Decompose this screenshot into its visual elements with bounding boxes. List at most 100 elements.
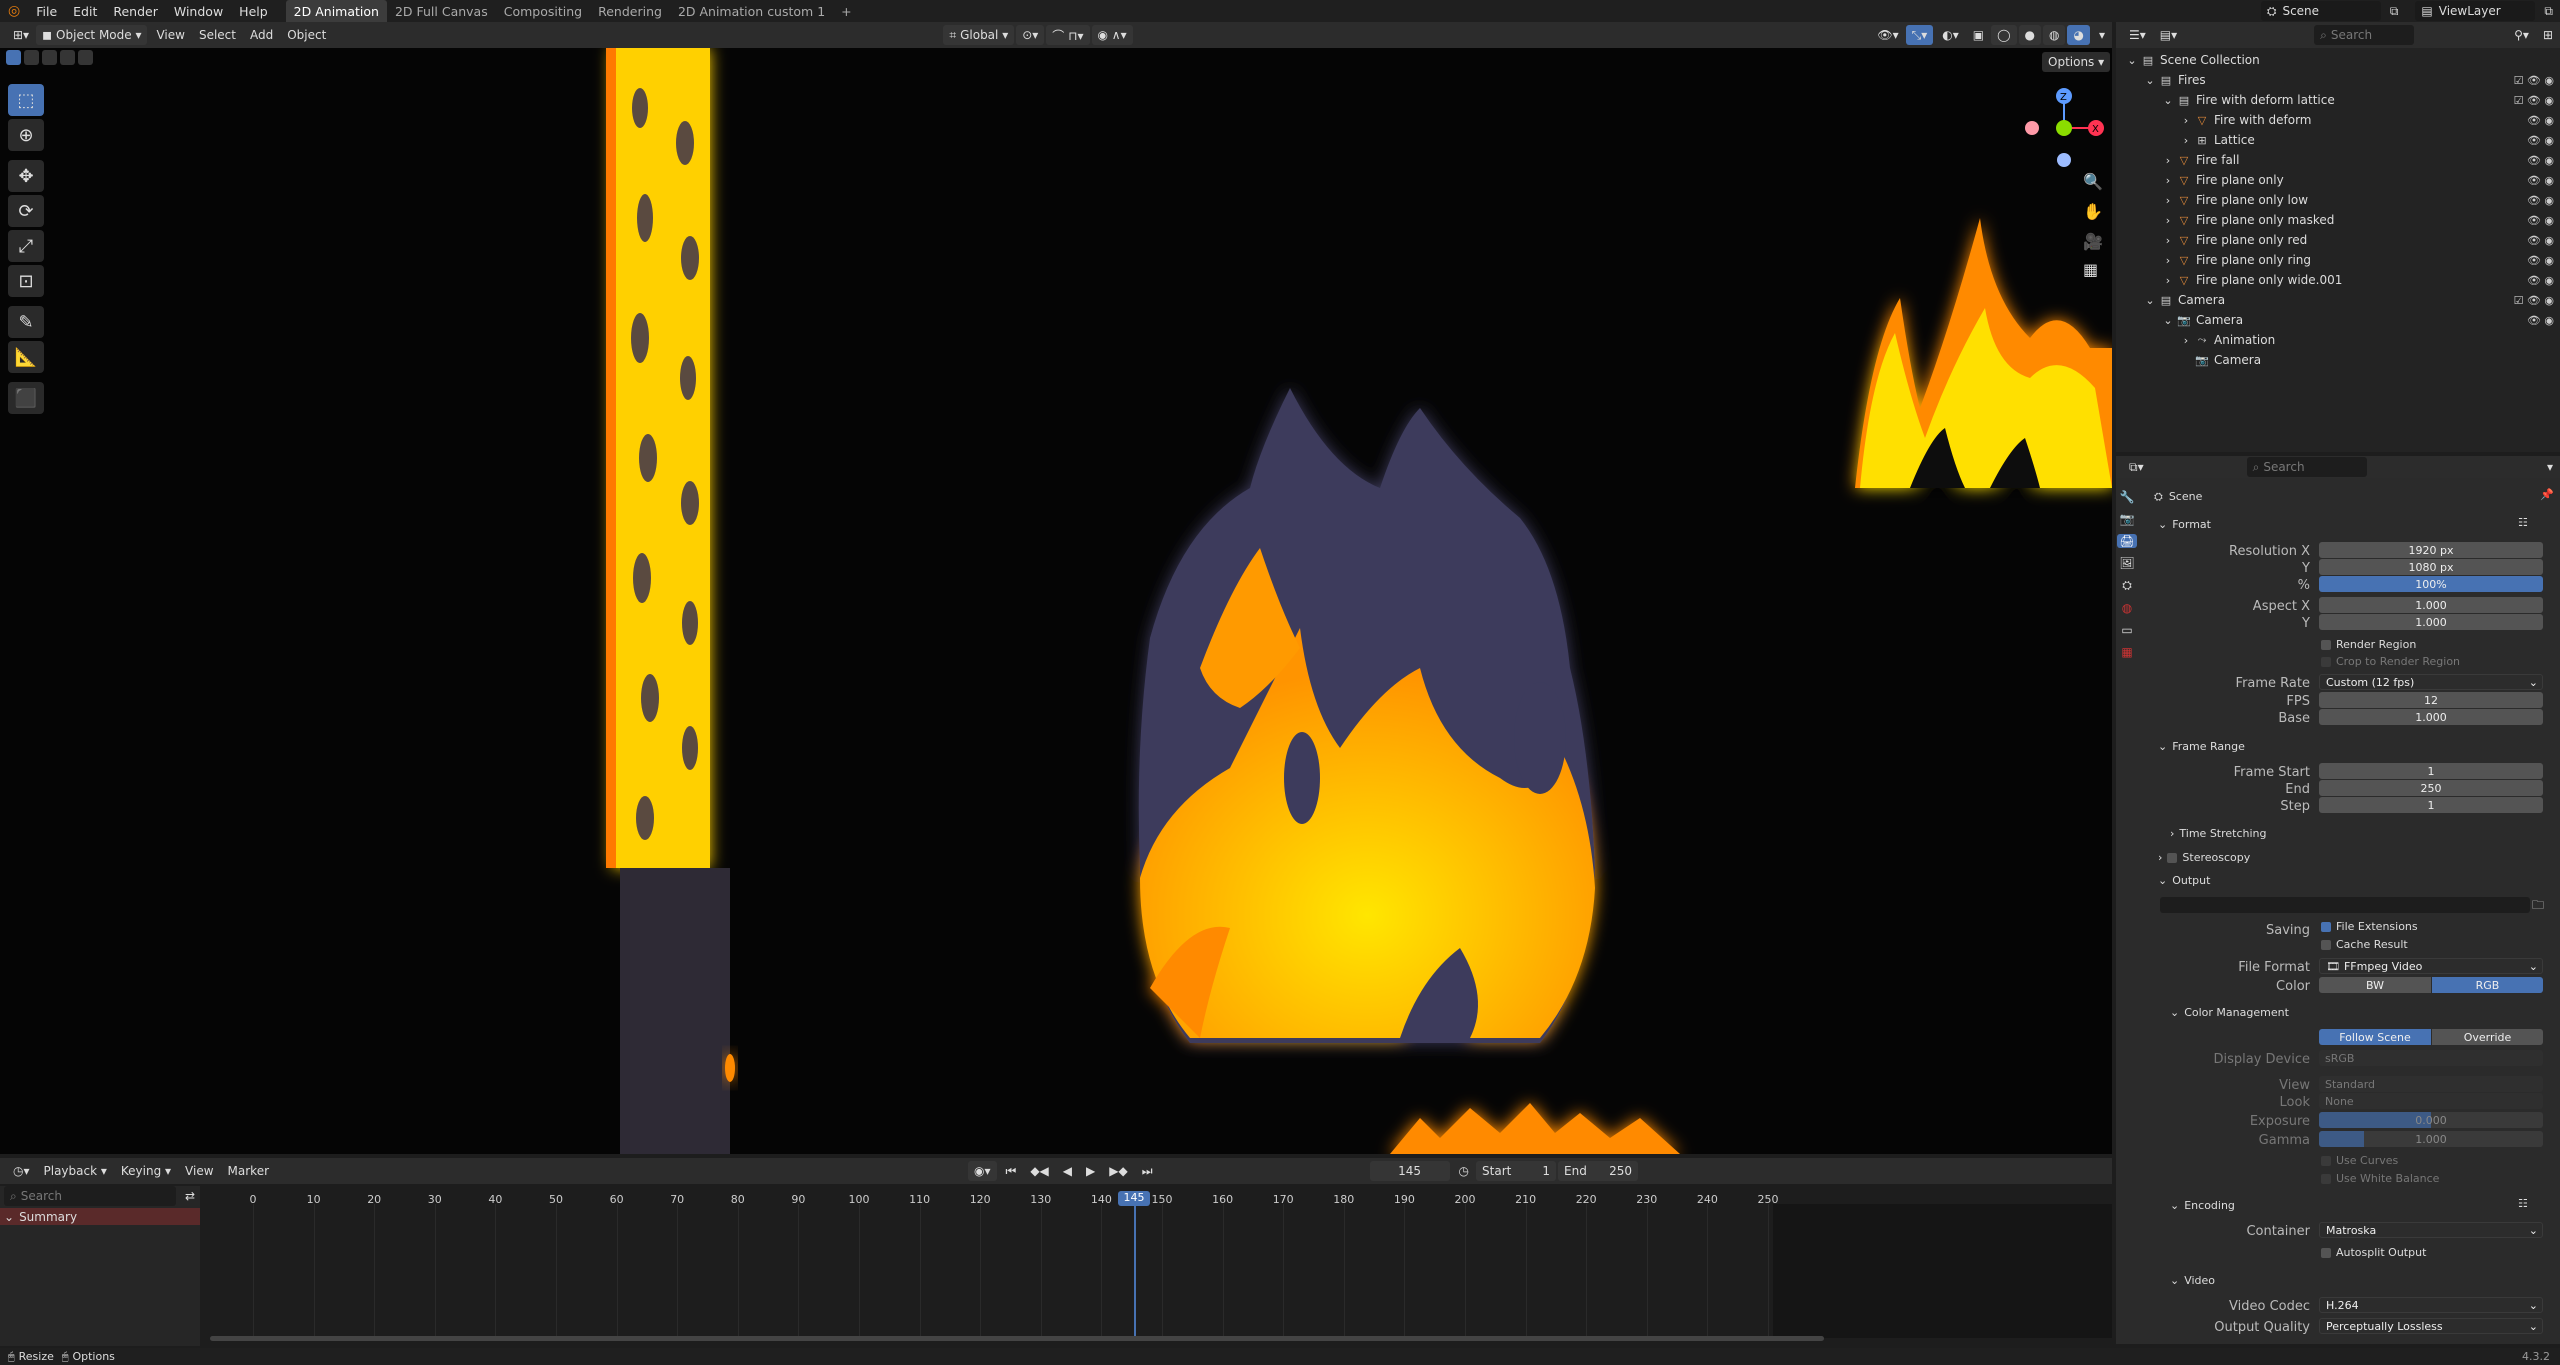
xray-icon[interactable]: ▣ [1966, 25, 1991, 45]
chevron-right-icon[interactable]: › [2160, 214, 2176, 227]
outliner-row[interactable]: › ⊞ Lattice 👁 ◉ [2116, 130, 2560, 150]
camera-view-icon[interactable]: 🎥 [2083, 232, 2103, 251]
pin-icon[interactable]: 📌 [2540, 488, 2554, 501]
menu-edit[interactable]: Edit [65, 0, 105, 22]
outliner-row[interactable]: ⌄ ▤ Fire with deform lattice ☑ 👁 ◉ [2116, 90, 2560, 110]
visibility-toggles[interactable]: 👁 ◉ [2527, 214, 2554, 227]
section-frame-range[interactable]: ⌄ Frame Range [2158, 740, 2245, 753]
gizmo-icon[interactable]: ⤡▾ [1905, 25, 1934, 45]
shading-solid-icon[interactable]: ● [2018, 25, 2041, 45]
autosplit-checkbox[interactable]: Autosplit Output [2321, 1246, 2426, 1259]
render-region-checkbox[interactable]: Render Region [2321, 638, 2416, 651]
base-field[interactable]: 1.000 [2319, 709, 2543, 725]
frame-rate-dropdown[interactable]: Custom (12 fps) ⌄ [2319, 674, 2543, 690]
start-frame-field[interactable]: Start 1 [1476, 1161, 1557, 1181]
proportional-edit-icon[interactable]: ◉ ∧▾ [1091, 25, 1133, 45]
select-subtract-icon[interactable] [42, 50, 57, 65]
tool-header-select-modes[interactable] [6, 50, 95, 65]
filter-icon[interactable]: ⚲▾ [2507, 25, 2536, 45]
frame-start-field[interactable]: 1 [2319, 763, 2543, 779]
exposure-slider[interactable]: 0.000 [2319, 1112, 2543, 1128]
select-new-icon[interactable] [6, 50, 21, 65]
move-tool-icon[interactable]: ✥ [8, 160, 44, 192]
file-format-dropdown[interactable]: 🎞 FFmpeg Video ⌄ [2319, 958, 2543, 974]
menu-object[interactable]: Object [280, 25, 333, 45]
properties-editor-icon[interactable]: ⧉▾ [2122, 457, 2151, 477]
current-frame-indicator[interactable]: 145 [1118, 1191, 1150, 1206]
viewlayer-copy-icon[interactable]: ⧉ [2537, 1, 2560, 21]
menu-timeline-view[interactable]: View [178, 1161, 220, 1181]
menu-playback[interactable]: Playback ▾ [37, 1161, 114, 1181]
chevron-down-icon[interactable]: ⌄ [2124, 54, 2140, 67]
chevron-right-icon[interactable]: › [2160, 154, 2176, 167]
white-balance-checkbox[interactable]: Use White Balance [2321, 1172, 2439, 1185]
pan-hand-icon[interactable]: ✋ [2083, 202, 2103, 221]
collection-tab-icon[interactable]: ▭ [2121, 623, 2132, 637]
viewlayer-selector[interactable]: ▤ ViewLayer [2415, 1, 2536, 21]
outliner-row[interactable]: › ▽ Fire plane only low 👁 ◉ [2116, 190, 2560, 210]
visibility-toggles[interactable]: 👁 ◉ [2527, 194, 2554, 207]
tab-2d-full-canvas[interactable]: 2D Full Canvas [387, 0, 496, 22]
outliner-row[interactable]: ⌄ ▤ Camera ☑ 👁 ◉ [2116, 290, 2560, 310]
end-frame-field[interactable]: End 250 [1558, 1161, 1639, 1181]
select-box-tool-icon[interactable]: ⬚ [8, 84, 44, 116]
color-bw-button[interactable]: BW [2319, 977, 2431, 993]
outliner-row[interactable]: ⌄ ▤ Scene Collection [2116, 50, 2560, 70]
add-workspace-button[interactable]: + [833, 0, 859, 22]
visibility-toggles[interactable]: ☑ 👁 ◉ [2514, 74, 2554, 87]
section-encoding[interactable]: ⌄ Encoding [2170, 1199, 2235, 1212]
resolution-percent-field[interactable]: 100% [2319, 576, 2543, 592]
scene-selector[interactable]: ⛭ Scene [2260, 1, 2381, 21]
timeline-scrollbar[interactable] [210, 1336, 1824, 1341]
frame-step-field[interactable]: 1 [2319, 797, 2543, 813]
jump-start-icon[interactable]: ⏮ [999, 1161, 1024, 1181]
file-extensions-checkbox[interactable]: File Extensions [2321, 920, 2418, 933]
rotate-tool-icon[interactable]: ⟳ [8, 195, 44, 227]
section-format[interactable]: ⌄ Format [2158, 518, 2211, 531]
follow-scene-button[interactable]: Follow Scene [2319, 1029, 2431, 1045]
frame-end-field[interactable]: 250 [2319, 780, 2543, 796]
outliner-row[interactable]: › ▽ Fire plane only red 👁 ◉ [2116, 230, 2560, 250]
display-device-dropdown[interactable]: sRGB [2319, 1050, 2543, 1066]
jump-keyframe-forward-icon[interactable]: ▶◆ [1102, 1161, 1134, 1181]
overlay-icon[interactable]: ◐▾ [1935, 25, 1966, 45]
chevron-right-icon[interactable]: › [2178, 134, 2194, 147]
menu-keying[interactable]: Keying ▾ [114, 1161, 178, 1181]
aspect-x-field[interactable]: 1.000 [2319, 597, 2543, 613]
outliner-editor-icon[interactable]: ☰▾ [2122, 25, 2153, 45]
chevron-right-icon[interactable]: › [2178, 114, 2194, 127]
clock-icon[interactable]: ◷ [1452, 1161, 1476, 1181]
properties-options-icon[interactable]: ▾ [2540, 457, 2560, 477]
presets-icon[interactable]: ☷ [2518, 516, 2528, 529]
section-stereoscopy[interactable]: › Stereoscopy [2158, 851, 2250, 864]
new-collection-icon[interactable]: ⊞ [2536, 25, 2560, 45]
display-mode-icon[interactable]: ▤▾ [2153, 25, 2184, 45]
presets-icon[interactable]: ☷ [2518, 1197, 2528, 1210]
visibility-toggles[interactable]: 👁 ◉ [2527, 114, 2554, 127]
transform-orientation-dropdown[interactable]: ⌗ Global ▾ [943, 25, 1015, 45]
summary-channel[interactable]: ⌄ Summary [0, 1208, 200, 1225]
tab-2d-animation[interactable]: 2D Animation [285, 0, 387, 22]
override-button[interactable]: Override [2432, 1029, 2543, 1045]
select-intersect-icon[interactable] [78, 50, 93, 65]
view-layer-tab-icon[interactable]: 🖼 [2119, 556, 2134, 570]
outliner-row[interactable]: ⌄ ▤ Fires ☑ 👁 ◉ [2116, 70, 2560, 90]
visibility-toggles[interactable]: 👁 ◉ [2527, 174, 2554, 187]
chevron-right-icon[interactable]: › [2160, 174, 2176, 187]
visibility-toggles[interactable]: 👁 ◉ [2527, 254, 2554, 267]
blender-logo-icon[interactable]: ◎ [0, 0, 28, 22]
chevron-down-icon[interactable]: ⌄ [2160, 94, 2176, 107]
pivot-icon[interactable]: ⊙▾ [1016, 25, 1045, 45]
add-cube-tool-icon[interactable]: ⬛ [8, 382, 44, 414]
outliner-row[interactable]: › ▽ Fire plane only masked 👁 ◉ [2116, 210, 2560, 230]
chevron-down-icon[interactable]: ⌄ [2142, 74, 2158, 87]
gamma-slider[interactable]: 1.000 [2319, 1131, 2543, 1147]
resolution-y-field[interactable]: 1080 px [2319, 559, 2543, 575]
outliner-row[interactable]: › ▽ Fire plane only ring 👁 ◉ [2116, 250, 2560, 270]
section-time-stretching[interactable]: › Time Stretching [2170, 827, 2267, 840]
use-curves-checkbox[interactable]: Use Curves [2321, 1154, 2398, 1167]
chevron-down-icon[interactable]: ⌄ [2160, 314, 2176, 327]
outliner-row[interactable]: › ▽ Fire fall 👁 ◉ [2116, 150, 2560, 170]
menu-file[interactable]: File [28, 0, 65, 22]
menu-view[interactable]: View [149, 25, 191, 45]
